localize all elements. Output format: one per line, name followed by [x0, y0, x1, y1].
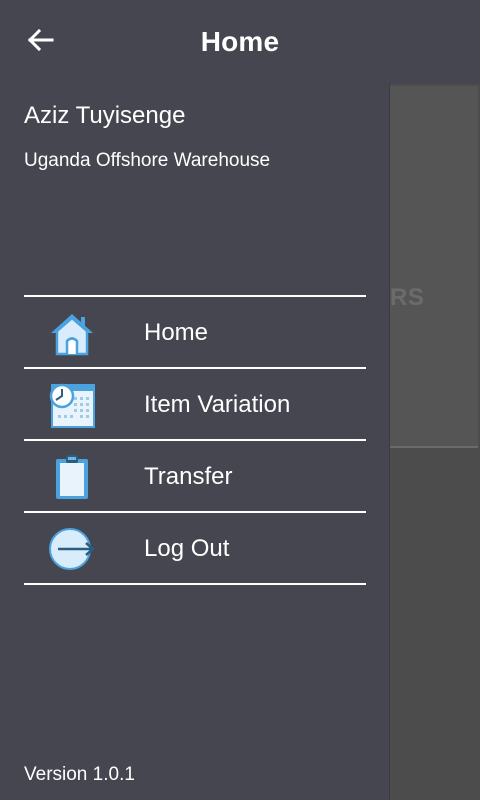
warehouse-name: Uganda Offshore Warehouse [24, 150, 271, 171]
background-card-text: RS [390, 284, 425, 311]
menu-item-label: Item Variation [144, 391, 291, 418]
menu-item-item-variation[interactable]: Item Variation [24, 369, 366, 441]
logout-icon [48, 525, 96, 573]
menu-item-transfer[interactable]: Transfer [24, 441, 366, 513]
clipboard-icon [48, 453, 96, 501]
menu-item-log-out[interactable]: Log Out [24, 513, 366, 585]
app-bar: Home [0, 0, 480, 84]
background-card [390, 86, 478, 448]
house-icon [48, 309, 96, 357]
menu-item-home[interactable]: Home [24, 297, 366, 369]
menu-item-label: Transfer [144, 463, 233, 490]
user-name: Aziz Tuyisenge [24, 102, 186, 129]
menu-item-label: Home [144, 319, 209, 346]
page-title: Home [200, 26, 280, 57]
app-version: Version 1.0.1 [24, 764, 135, 785]
calendar-clock-icon [48, 381, 96, 429]
menu-item-label: Log Out [144, 535, 230, 562]
drawer-menu: Home Item Variation Transfer Log Out [24, 295, 366, 585]
navigation-drawer: Aziz Tuyisenge Uganda Offshore Warehouse… [0, 84, 390, 800]
